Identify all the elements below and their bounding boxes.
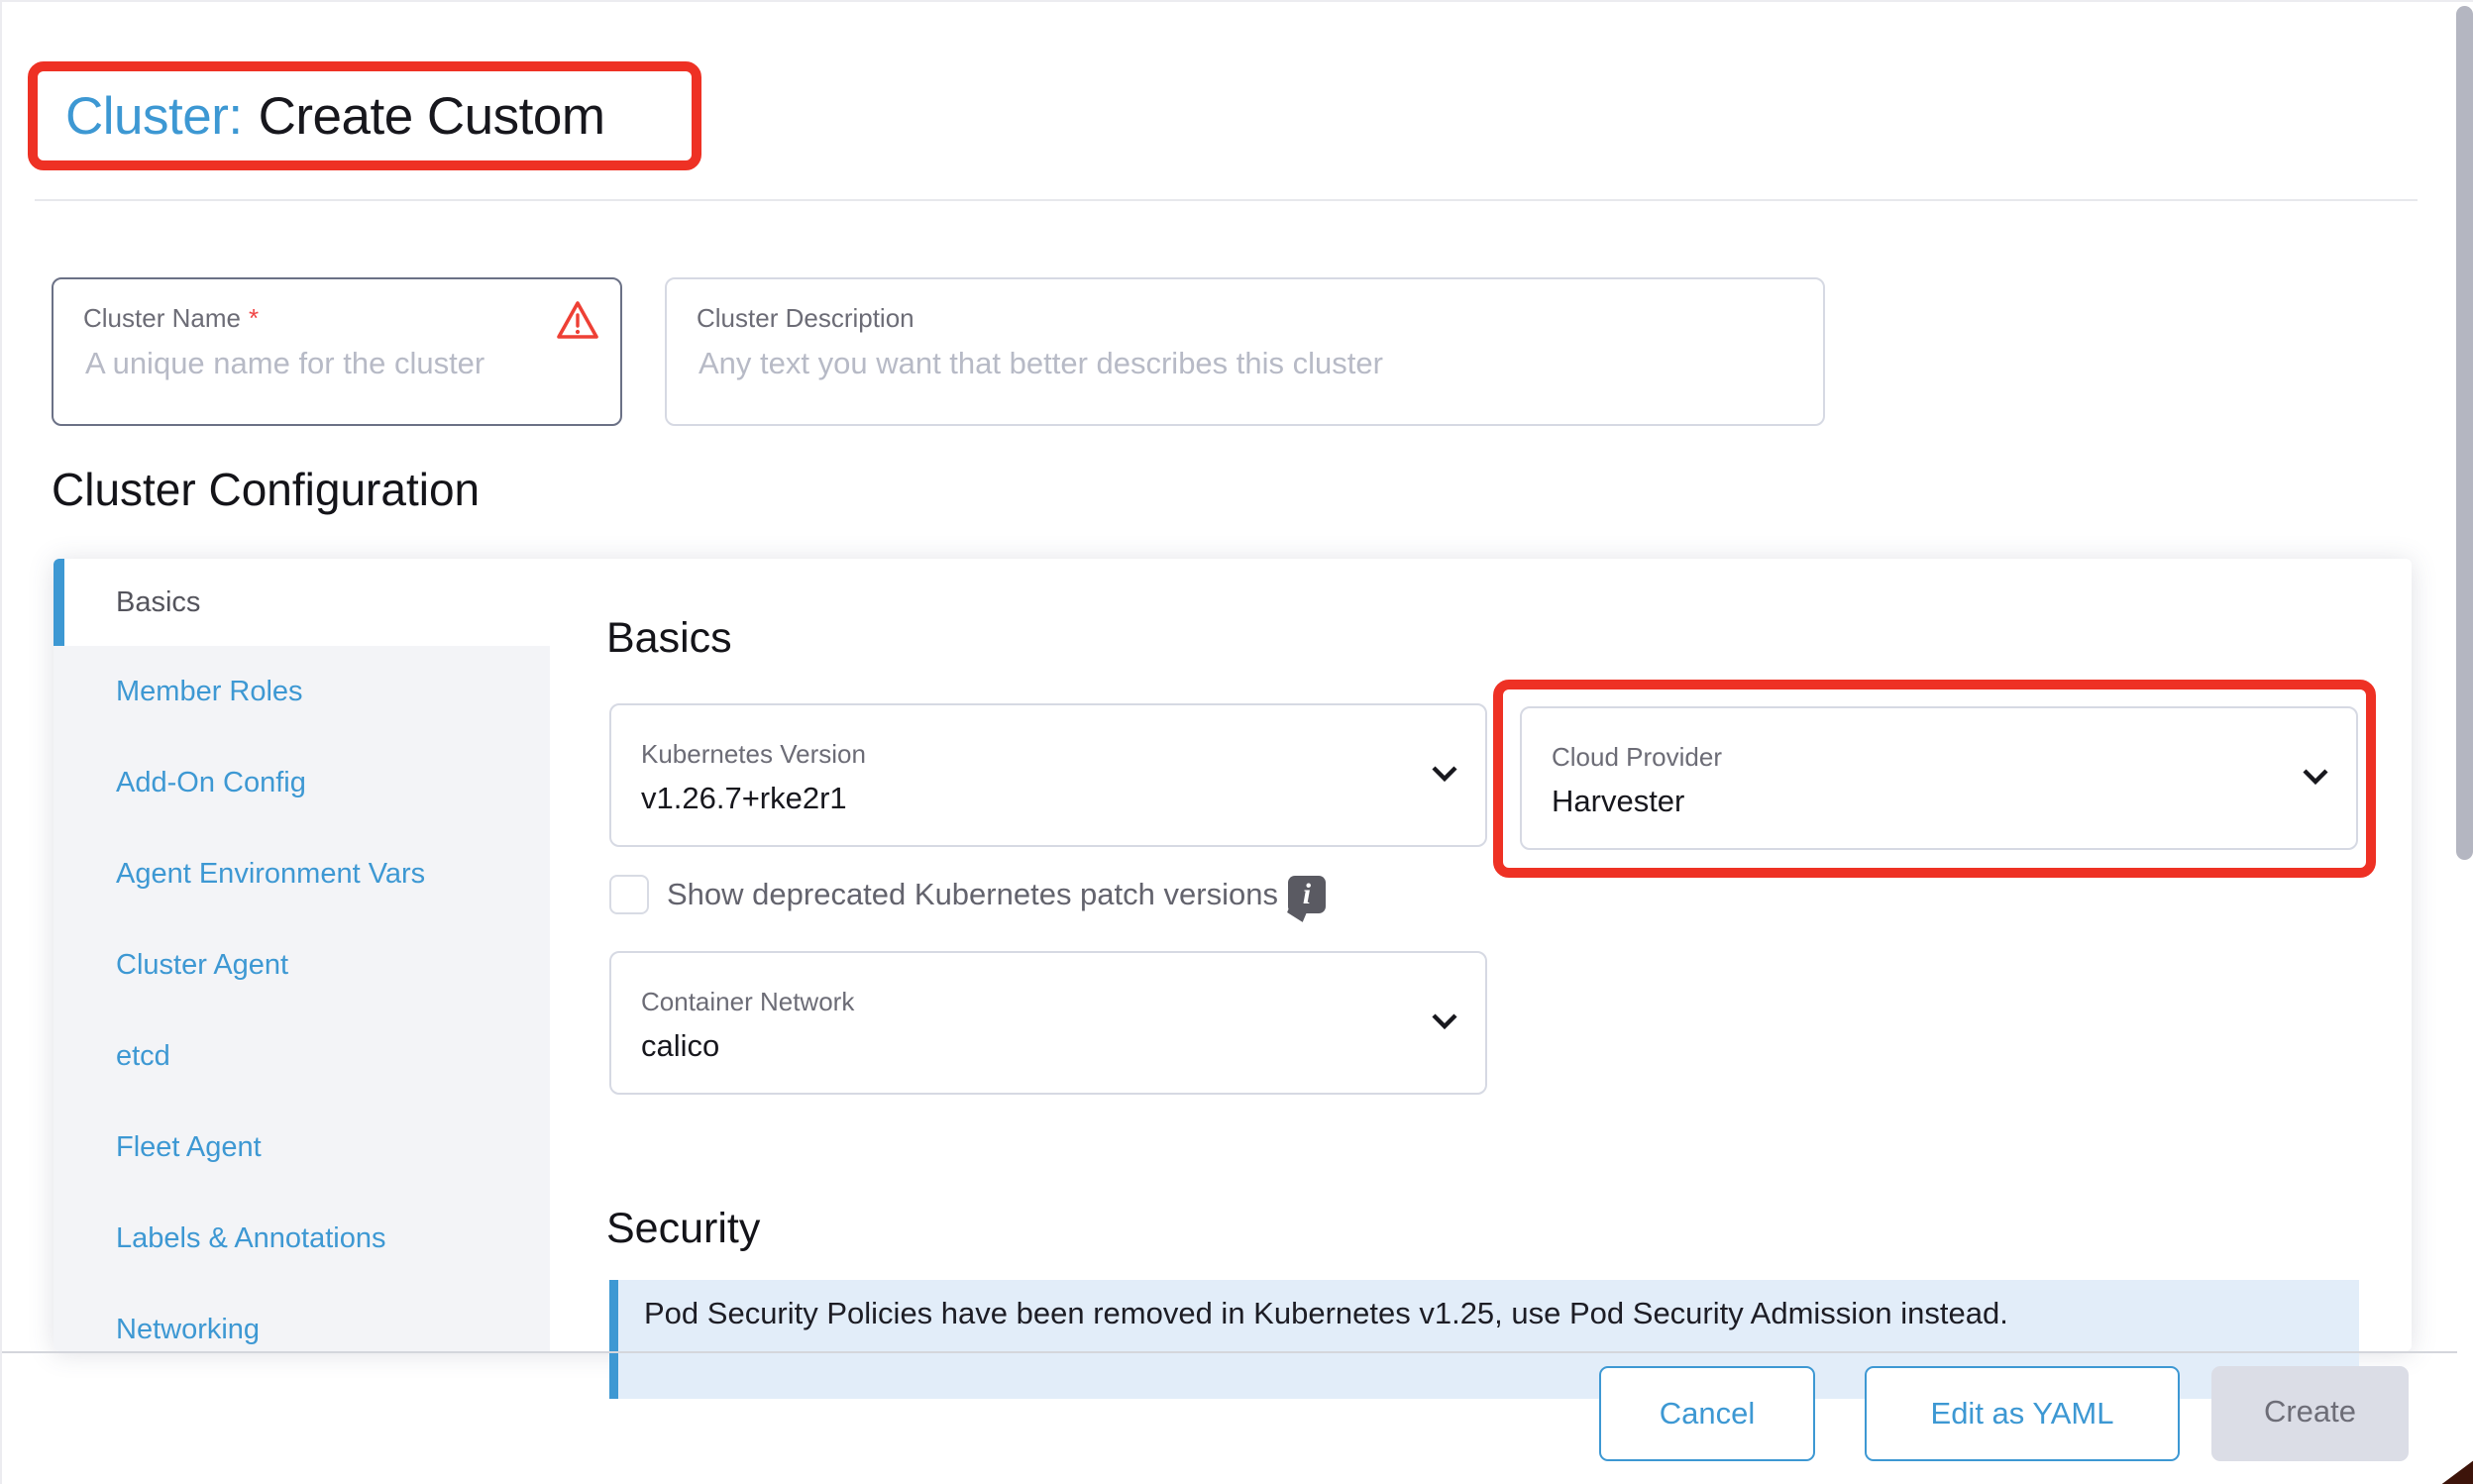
title-divider <box>35 199 2418 201</box>
cluster-name-label: Cluster Name* <box>83 303 259 334</box>
show-deprecated-row: Show deprecated Kubernetes patch version… <box>609 874 1326 915</box>
chevron-down-icon <box>2303 769 2328 791</box>
required-asterisk: * <box>249 303 259 333</box>
cluster-name-input[interactable] <box>83 345 569 382</box>
basics-heading: Basics <box>606 614 732 663</box>
tab-agent-environment-vars[interactable]: Agent Environment Vars <box>54 828 550 919</box>
config-tab-list: Basics Member Roles Add-On Config Agent … <box>54 559 550 1351</box>
security-heading: Security <box>606 1205 760 1253</box>
section-title: Cluster Configuration <box>52 463 480 516</box>
cluster-name-field[interactable]: Cluster Name* <box>52 277 622 426</box>
cluster-description-input[interactable] <box>697 345 1683 382</box>
cluster-description-field[interactable]: Cluster Description <box>665 277 1825 426</box>
container-network-label: Container Network <box>641 987 854 1017</box>
page-title-name: Create Custom <box>259 87 605 146</box>
kubernetes-version-value: v1.26.7+rke2r1 <box>641 781 847 816</box>
page-scrollbar-thumb[interactable] <box>2456 6 2473 860</box>
chevron-down-icon <box>1432 766 1457 788</box>
tab-basics[interactable]: Basics <box>54 559 550 646</box>
tab-networking[interactable]: Networking <box>54 1284 550 1351</box>
kubernetes-version-label: Kubernetes Version <box>641 739 866 770</box>
mouse-cursor <box>2439 1458 2473 1484</box>
show-deprecated-checkbox[interactable] <box>609 875 649 914</box>
cloud-provider-label: Cloud Provider <box>1552 742 1722 773</box>
page-title: Cluster: Create Custom <box>65 86 605 147</box>
tab-member-roles[interactable]: Member Roles <box>54 646 550 737</box>
warning-triangle-icon <box>555 299 600 346</box>
tab-fleet-agent[interactable]: Fleet Agent <box>54 1102 550 1193</box>
edit-as-yaml-button[interactable]: Edit as YAML <box>1865 1366 2180 1461</box>
chevron-down-icon <box>1432 1013 1457 1035</box>
container-network-select[interactable]: Container Network calico <box>609 951 1487 1095</box>
cloud-provider-select[interactable]: Cloud Provider Harvester <box>1520 706 2358 850</box>
cloud-provider-value: Harvester <box>1552 784 1684 819</box>
tab-add-on-config[interactable]: Add-On Config <box>54 737 550 828</box>
page-title-prefix: Cluster: <box>65 87 243 146</box>
annotation-box-title: Cluster: Create Custom <box>28 61 701 170</box>
tab-etcd[interactable]: etcd <box>54 1010 550 1102</box>
tab-cluster-agent[interactable]: Cluster Agent <box>54 919 550 1010</box>
container-network-value: calico <box>641 1028 719 1064</box>
cancel-button[interactable]: Cancel <box>1599 1366 1815 1461</box>
info-tooltip-icon[interactable]: i <box>1288 876 1326 913</box>
kubernetes-version-select[interactable]: Kubernetes Version v1.26.7+rke2r1 <box>609 703 1487 847</box>
pod-security-banner-text: Pod Security Policies have been removed … <box>644 1296 2008 1331</box>
footer-divider <box>2 1351 2457 1353</box>
cluster-description-label: Cluster Description <box>697 303 914 334</box>
show-deprecated-label: Show deprecated Kubernetes patch version… <box>667 877 1278 912</box>
tab-labels-annotations[interactable]: Labels & Annotations <box>54 1193 550 1284</box>
cluster-create-page: Cluster: Create Custom Cluster Name* Clus… <box>0 0 2473 1484</box>
create-button[interactable]: Create <box>2211 1366 2409 1461</box>
